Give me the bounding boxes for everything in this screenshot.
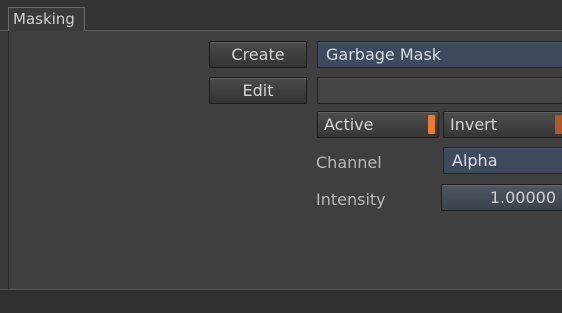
channel-value: Alpha xyxy=(452,151,498,170)
status-bar xyxy=(0,289,562,313)
intensity-label: Intensity xyxy=(316,190,386,209)
invert-indicator xyxy=(555,115,562,134)
create-button-label: Create xyxy=(231,45,285,64)
edit-button[interactable]: Edit xyxy=(209,77,307,104)
create-button[interactable]: Create xyxy=(209,41,307,68)
masking-panel-window: Masking Create Garbage Mask Edit Active … xyxy=(0,0,562,313)
mask-type-dropdown[interactable]: Garbage Mask xyxy=(317,41,562,68)
active-indicator xyxy=(428,115,435,134)
invert-toggle-label: Invert xyxy=(450,115,498,134)
channel-label: Channel xyxy=(316,153,382,172)
masking-controls-panel: Create Garbage Mask Edit Active Invert C… xyxy=(8,31,562,289)
tab-masking-label: Masking xyxy=(13,10,75,28)
active-toggle-label: Active xyxy=(324,115,374,134)
channel-dropdown[interactable]: Alpha xyxy=(443,147,562,174)
tab-masking[interactable]: Masking xyxy=(8,7,85,31)
edit-target-field[interactable] xyxy=(317,77,562,104)
edit-button-label: Edit xyxy=(242,81,274,100)
active-toggle[interactable]: Active xyxy=(317,111,439,138)
intensity-value: 1.00000 xyxy=(489,188,556,207)
invert-toggle[interactable]: Invert xyxy=(443,111,562,138)
intensity-input[interactable]: 1.00000 xyxy=(441,184,562,211)
mask-type-value: Garbage Mask xyxy=(326,45,442,64)
